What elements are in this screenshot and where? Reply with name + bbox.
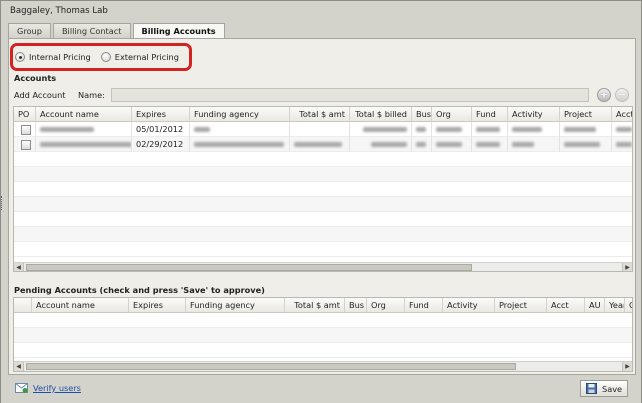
col-bus[interactable]: Bus	[412, 107, 432, 122]
table-row	[14, 313, 632, 328]
scroll-right-icon[interactable]: ▶	[622, 263, 632, 271]
plus-circle-icon[interactable]: +	[597, 88, 611, 102]
col-org[interactable]: Org	[367, 298, 405, 313]
table-row	[14, 242, 632, 257]
billing-accounts-panel: Internal Pricing External Pricing Accoun…	[8, 38, 636, 375]
col-au[interactable]: AU	[585, 298, 605, 313]
verify-users-link[interactable]: Verify users	[33, 383, 81, 393]
add-account-row: Add Account Name: + −	[14, 88, 631, 103]
table-row	[14, 328, 632, 343]
pending-table-body	[14, 313, 632, 358]
verify-users-link-group[interactable]: Verify users	[15, 383, 81, 393]
col-project[interactable]: Project	[495, 298, 547, 313]
col-bus[interactable]: Bus	[345, 298, 367, 313]
col-activity[interactable]: Activity	[508, 107, 560, 122]
window-title: Baggaley, Thomas Lab	[10, 6, 108, 16]
external-pricing-radio[interactable]	[100, 52, 111, 62]
tab-billing-accounts[interactable]: Billing Accounts	[132, 23, 225, 39]
col-funding-agency[interactable]: Funding agency	[190, 107, 290, 122]
po-checkbox[interactable]	[21, 139, 31, 150]
accounts-table-body: 05/01/2012 02/29/2012	[14, 122, 632, 257]
col-fund[interactable]: Fund	[405, 298, 443, 313]
table-row	[14, 343, 632, 358]
expires-cell: 05/01/2012	[132, 122, 190, 137]
col-po[interactable]: PO	[14, 107, 36, 122]
pricing-options: Internal Pricing External Pricing	[15, 52, 189, 62]
col-total-amt[interactable]: Total $ amt	[285, 298, 345, 313]
col-select[interactable]	[14, 298, 32, 313]
col-account-name[interactable]: Account name	[36, 107, 132, 122]
po-checkbox[interactable]	[21, 124, 31, 135]
billing-window: Baggaley, Thomas Lab Group Billing Conta…	[0, 0, 642, 403]
expires-cell: 02/29/2012	[132, 137, 190, 152]
table-row[interactable]: 05/01/2012	[14, 122, 632, 137]
tab-billing-contact[interactable]: Billing Contact	[52, 23, 131, 38]
scroll-left-icon[interactable]: ◀	[14, 263, 24, 271]
add-account-label: Add Account	[14, 90, 66, 100]
table-row	[14, 167, 632, 182]
envelope-check-icon	[15, 383, 28, 393]
pending-section-title: Pending Accounts (check and press 'Save'…	[14, 285, 265, 295]
col-fund[interactable]: Fund	[472, 107, 508, 122]
col-activity[interactable]: Activity	[443, 298, 495, 313]
accounts-table-header: PO Account name Expires Funding agency T…	[14, 107, 632, 122]
minus-circle-icon[interactable]: −	[615, 88, 629, 102]
pending-horizontal-scrollbar[interactable]: ◀ ▶	[14, 361, 632, 371]
accounts-table: PO Account name Expires Funding agency T…	[13, 106, 633, 272]
account-name-input[interactable]	[111, 88, 589, 102]
name-label: Name:	[78, 90, 105, 100]
external-pricing-label[interactable]: External Pricing	[115, 52, 179, 62]
resize-handle[interactable]	[1, 196, 5, 210]
col-acct[interactable]: Acct	[547, 298, 585, 313]
table-row	[14, 152, 632, 167]
col-org[interactable]: Org	[432, 107, 472, 122]
save-button[interactable]: Save	[580, 380, 628, 397]
col-funding-agency[interactable]: Funding agency	[186, 298, 285, 313]
accounts-section-title: Accounts	[14, 73, 57, 83]
internal-pricing-radio[interactable]	[15, 52, 25, 62]
pending-table-header: Account name Expires Funding agency Tota…	[14, 298, 632, 313]
scroll-thumb[interactable]	[26, 264, 472, 271]
scroll-right-icon[interactable]: ▶	[622, 362, 632, 371]
scroll-thumb[interactable]	[26, 363, 516, 370]
footer-bar: Verify users Save	[1, 375, 641, 403]
col-expires[interactable]: Expires	[132, 107, 190, 122]
table-row	[14, 197, 632, 212]
col-acct[interactable]: Acct	[612, 107, 632, 122]
table-row	[14, 182, 632, 197]
col-c[interactable]: C	[625, 298, 632, 313]
col-total-billed[interactable]: Total $ billed	[350, 107, 412, 122]
internal-pricing-label[interactable]: Internal Pricing	[29, 52, 91, 62]
scroll-left-icon[interactable]: ◀	[14, 362, 24, 371]
table-row	[14, 227, 632, 242]
floppy-disk-icon	[586, 383, 597, 394]
table-row	[14, 212, 632, 227]
tab-group[interactable]: Group	[8, 23, 51, 38]
accounts-horizontal-scrollbar[interactable]: ◀ ▶	[14, 262, 632, 271]
col-total-amt[interactable]: Total $ amt	[290, 107, 350, 122]
col-year[interactable]: Year	[605, 298, 625, 313]
col-expires[interactable]: Expires	[129, 298, 186, 313]
tab-bar: Group Billing Contact Billing Accounts	[8, 23, 227, 39]
save-label: Save	[602, 383, 623, 394]
table-row[interactable]: 02/29/2012	[14, 137, 632, 152]
pending-accounts-table: Account name Expires Funding agency Tota…	[13, 297, 633, 372]
col-account-name[interactable]: Account name	[32, 298, 129, 313]
col-project[interactable]: Project	[560, 107, 612, 122]
